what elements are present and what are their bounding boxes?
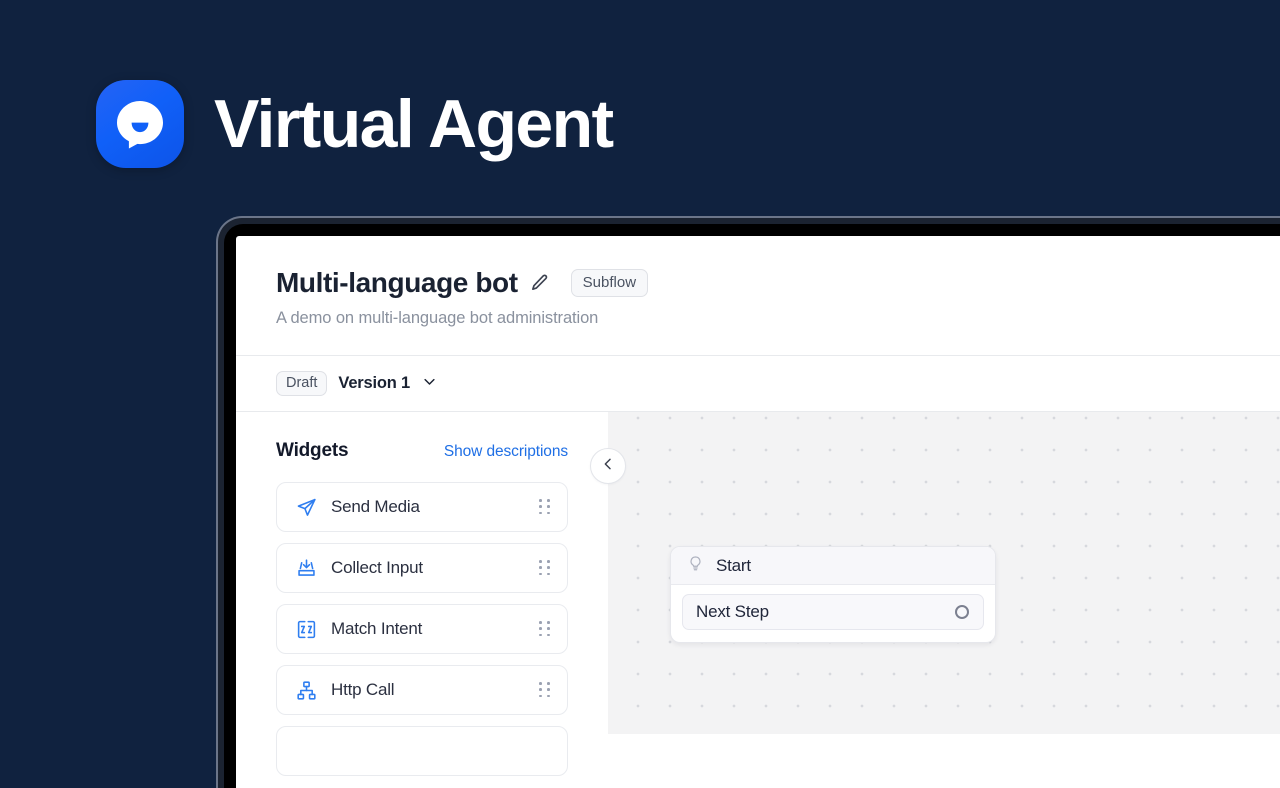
widget-item-partial[interactable]: [276, 726, 568, 776]
page-subtitle: A demo on multi-language bot administrat…: [276, 308, 599, 327]
widget-label: Match Intent: [331, 619, 423, 638]
flow-node-body: Next Step: [671, 585, 995, 642]
status-badge-draft: Draft: [276, 370, 328, 397]
next-step-row[interactable]: Next Step: [682, 594, 984, 630]
flow-canvas[interactable]: Start Next Step: [590, 412, 1280, 734]
version-bar: Draft Version 1: [236, 356, 1280, 412]
flow-node-header: Start: [671, 547, 995, 585]
page-title: Multi-language bot: [276, 267, 518, 298]
connector-circle-icon[interactable]: [955, 605, 969, 619]
widget-item-http-call[interactable]: Http Call: [276, 665, 568, 715]
widgets-title: Widgets: [276, 440, 349, 461]
lightbulb-icon: [687, 555, 704, 577]
hero-brand-row: Virtual Agent: [96, 80, 614, 168]
widget-label: Collect Input: [331, 558, 423, 577]
collect-input-icon: [295, 557, 317, 579]
widget-label: Http Call: [331, 680, 395, 699]
laptop-screen-black: Multi-language bot Subflow A demo on mul…: [224, 224, 1280, 788]
flow-node-start[interactable]: Start Next Step: [670, 546, 996, 643]
widgets-panel-header: Widgets Show descriptions: [276, 440, 568, 462]
widgets-panel: Widgets Show descriptions Send Media Col…: [236, 412, 608, 776]
version-label: Version 1: [338, 374, 410, 392]
laptop-mockup: Multi-language bot Subflow A demo on mul…: [216, 216, 1280, 788]
collapse-panel-button[interactable]: [590, 448, 626, 484]
widget-label: Send Media: [331, 497, 420, 516]
app-screen: Multi-language bot Subflow A demo on mul…: [236, 236, 1280, 788]
app-body: Widgets Show descriptions Send Media Col…: [236, 412, 1280, 776]
hero-banner: Virtual Agent: [0, 0, 1280, 230]
send-paper-plane-icon: [295, 496, 317, 518]
http-call-icon: [295, 679, 317, 701]
drag-handle-icon[interactable]: [539, 560, 551, 576]
drag-handle-icon[interactable]: [539, 621, 551, 637]
chat-bubble-smile-icon: [115, 97, 165, 151]
flow-title-row: Multi-language bot Subflow: [276, 267, 1280, 299]
laptop-bezel: Multi-language bot Subflow A demo on mul…: [218, 218, 1280, 788]
drag-handle-icon[interactable]: [539, 682, 551, 698]
widget-item-match-intent[interactable]: Match Intent: [276, 604, 568, 654]
widget-item-send-media[interactable]: Send Media: [276, 482, 568, 532]
widget-item-collect-input[interactable]: Collect Input: [276, 543, 568, 593]
widget-list: Send Media Collect Input Match Intent Ht…: [276, 482, 568, 776]
hero-title: Virtual Agent: [214, 86, 614, 162]
status-badge-subflow: Subflow: [570, 269, 649, 298]
pencil-icon[interactable]: [530, 273, 549, 297]
app-header: Multi-language bot Subflow A demo on mul…: [236, 236, 1280, 356]
show-descriptions-link[interactable]: Show descriptions: [444, 443, 568, 461]
match-intent-icon: [295, 618, 317, 640]
drag-handle-icon[interactable]: [539, 499, 551, 515]
flow-node-title: Start: [716, 555, 751, 575]
next-step-label: Next Step: [696, 602, 769, 621]
chevron-down-icon[interactable]: [422, 374, 437, 394]
virtual-agent-logo: [96, 80, 184, 168]
chevron-left-icon: [600, 456, 616, 477]
